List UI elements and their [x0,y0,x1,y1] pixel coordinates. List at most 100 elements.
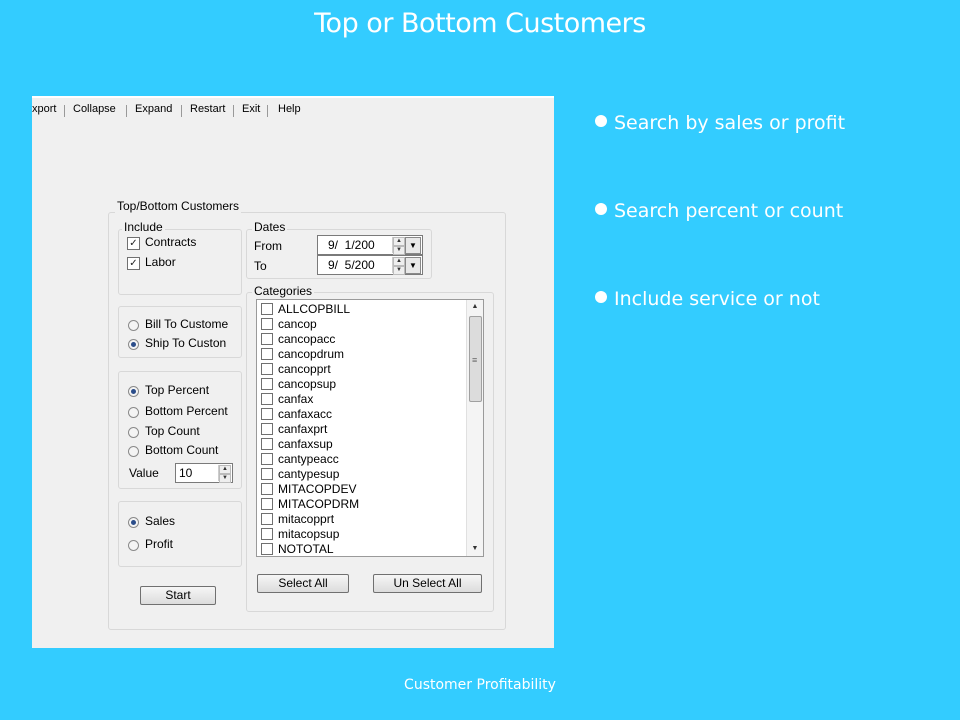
slide-title: Top or Bottom Customers [314,8,646,39]
to-date-picker[interactable]: 9/ 5/200 ▲ ▼ ▼ [317,255,423,275]
category-checkbox[interactable] [261,528,273,540]
categories-list[interactable]: ▲ ≡ ▼ ALLCOPBILL cancop cancopacc cancopdru… [256,299,484,557]
category-checkbox[interactable] [261,333,273,345]
category-label: cantypeacc [278,452,339,466]
menu-expand[interactable]: Expand [135,103,172,115]
menu-collapse[interactable]: Collapse [73,103,116,115]
menu-separator [233,105,234,117]
spin-down-icon[interactable]: ▼ [393,246,405,255]
profit-radio[interactable] [128,540,139,551]
from-date-dropdown-icon[interactable]: ▼ [405,237,421,254]
bullet-dot-icon [595,115,607,127]
category-label: cancopacc [278,332,336,346]
categories-scrollbar[interactable]: ▲ ≡ ▼ [466,300,483,556]
bullet-dot-icon [595,291,607,303]
from-label: From [254,239,282,253]
category-checkbox[interactable] [261,363,273,375]
bottom-count-radio[interactable] [128,446,139,457]
bottom-percent-label: Bottom Percent [145,404,228,418]
value-spinner[interactable]: ▲ ▼ [218,465,231,483]
menu-exit[interactable]: Exit [242,103,260,115]
category-checkbox[interactable] [261,378,273,390]
to-date-value: 9/ 5/200 [328,258,375,272]
menu-separator [181,105,182,117]
menu-separator [267,105,268,117]
value-stepper[interactable]: 10 ▲ ▼ [175,463,233,483]
category-label: cantypesup [278,467,340,481]
to-label: To [254,259,267,273]
start-button[interactable]: Start [140,586,216,605]
spin-up-icon[interactable]: ▲ [393,237,405,246]
bullet-dot-icon [595,203,607,215]
category-checkbox[interactable] [261,348,273,360]
to-date-dropdown-icon[interactable]: ▼ [405,257,421,274]
scroll-up-icon[interactable]: ▲ [467,300,483,314]
contracts-label: Contracts [145,235,197,249]
include-label: Include [122,220,165,234]
menu-help[interactable]: Help [278,103,301,115]
category-label: cancopsup [278,377,337,391]
spin-down-icon[interactable]: ▼ [393,266,405,275]
unselect-all-button[interactable]: Un Select All [373,574,482,593]
category-label: canfaxsup [278,437,333,451]
from-date-picker[interactable]: 9/ 1/200 ▲ ▼ ▼ [317,235,423,255]
category-label: cancopprt [278,362,331,376]
bullet-item: Include service or not [595,288,820,310]
from-date-value: 9/ 1/200 [328,238,375,252]
customer-type-group [118,306,242,358]
ship-to-label: Ship To Custon [145,336,227,350]
category-checkbox[interactable] [261,423,273,435]
profit-label: Profit [145,537,174,551]
category-checkbox[interactable] [261,318,273,330]
category-label: canfaxacc [278,407,333,421]
bullet-text: Search percent or count [614,200,844,222]
scroll-thumb[interactable]: ≡ [469,316,482,402]
category-label: cancop [278,317,317,331]
from-date-spinner[interactable]: ▲ ▼ [392,237,405,255]
value-label: Value [129,466,159,480]
category-label: mitacopsup [278,527,340,541]
category-label: ALLCOPBILL [278,302,351,316]
category-label: MITACOPDEV [278,482,357,496]
category-label: canfax [278,392,314,406]
labor-checkbox[interactable]: ✓ [127,257,140,270]
spin-up-icon[interactable]: ▲ [219,465,231,474]
menu-separator [126,105,127,117]
menu-restart[interactable]: Restart [190,103,225,115]
category-checkbox[interactable] [261,438,273,450]
group-title: Top/Bottom Customers [115,199,242,213]
sales-radio[interactable] [128,517,139,528]
top-count-radio[interactable] [128,427,139,438]
spin-up-icon[interactable]: ▲ [393,257,405,266]
category-checkbox[interactable] [261,483,273,495]
grip-icon: ≡ [472,355,478,365]
app-window: xport Collapse Expand Restart Exit Help … [32,96,554,648]
category-checkbox[interactable] [261,453,273,465]
categories-label: Categories [252,284,315,298]
top-count-label: Top Count [145,424,200,438]
value-input[interactable]: 10 [179,466,192,480]
category-checkbox[interactable] [261,408,273,420]
measure-group [118,501,242,567]
select-all-button[interactable]: Select All [257,574,349,593]
category-checkbox[interactable] [261,393,273,405]
menu-export[interactable]: xport [32,103,56,115]
ship-to-radio[interactable] [128,339,139,350]
to-date-spinner[interactable]: ▲ ▼ [392,257,405,275]
bottom-percent-radio[interactable] [128,407,139,418]
category-label: canfaxprt [278,422,328,436]
bill-to-radio[interactable] [128,320,139,331]
category-checkbox[interactable] [261,303,273,315]
bullet-item: Search by sales or profit [595,112,845,134]
category-label: cancopdrum [278,347,345,361]
category-checkbox[interactable] [261,543,273,555]
bullet-item: Search percent or count [595,200,843,222]
category-checkbox[interactable] [261,513,273,525]
category-checkbox[interactable] [261,498,273,510]
contracts-checkbox[interactable]: ✓ [127,237,140,250]
bill-to-label: Bill To Custome [145,317,229,331]
top-percent-radio[interactable] [128,386,139,397]
spin-down-icon[interactable]: ▼ [219,474,231,483]
category-checkbox[interactable] [261,468,273,480]
scroll-down-icon[interactable]: ▼ [467,542,483,556]
